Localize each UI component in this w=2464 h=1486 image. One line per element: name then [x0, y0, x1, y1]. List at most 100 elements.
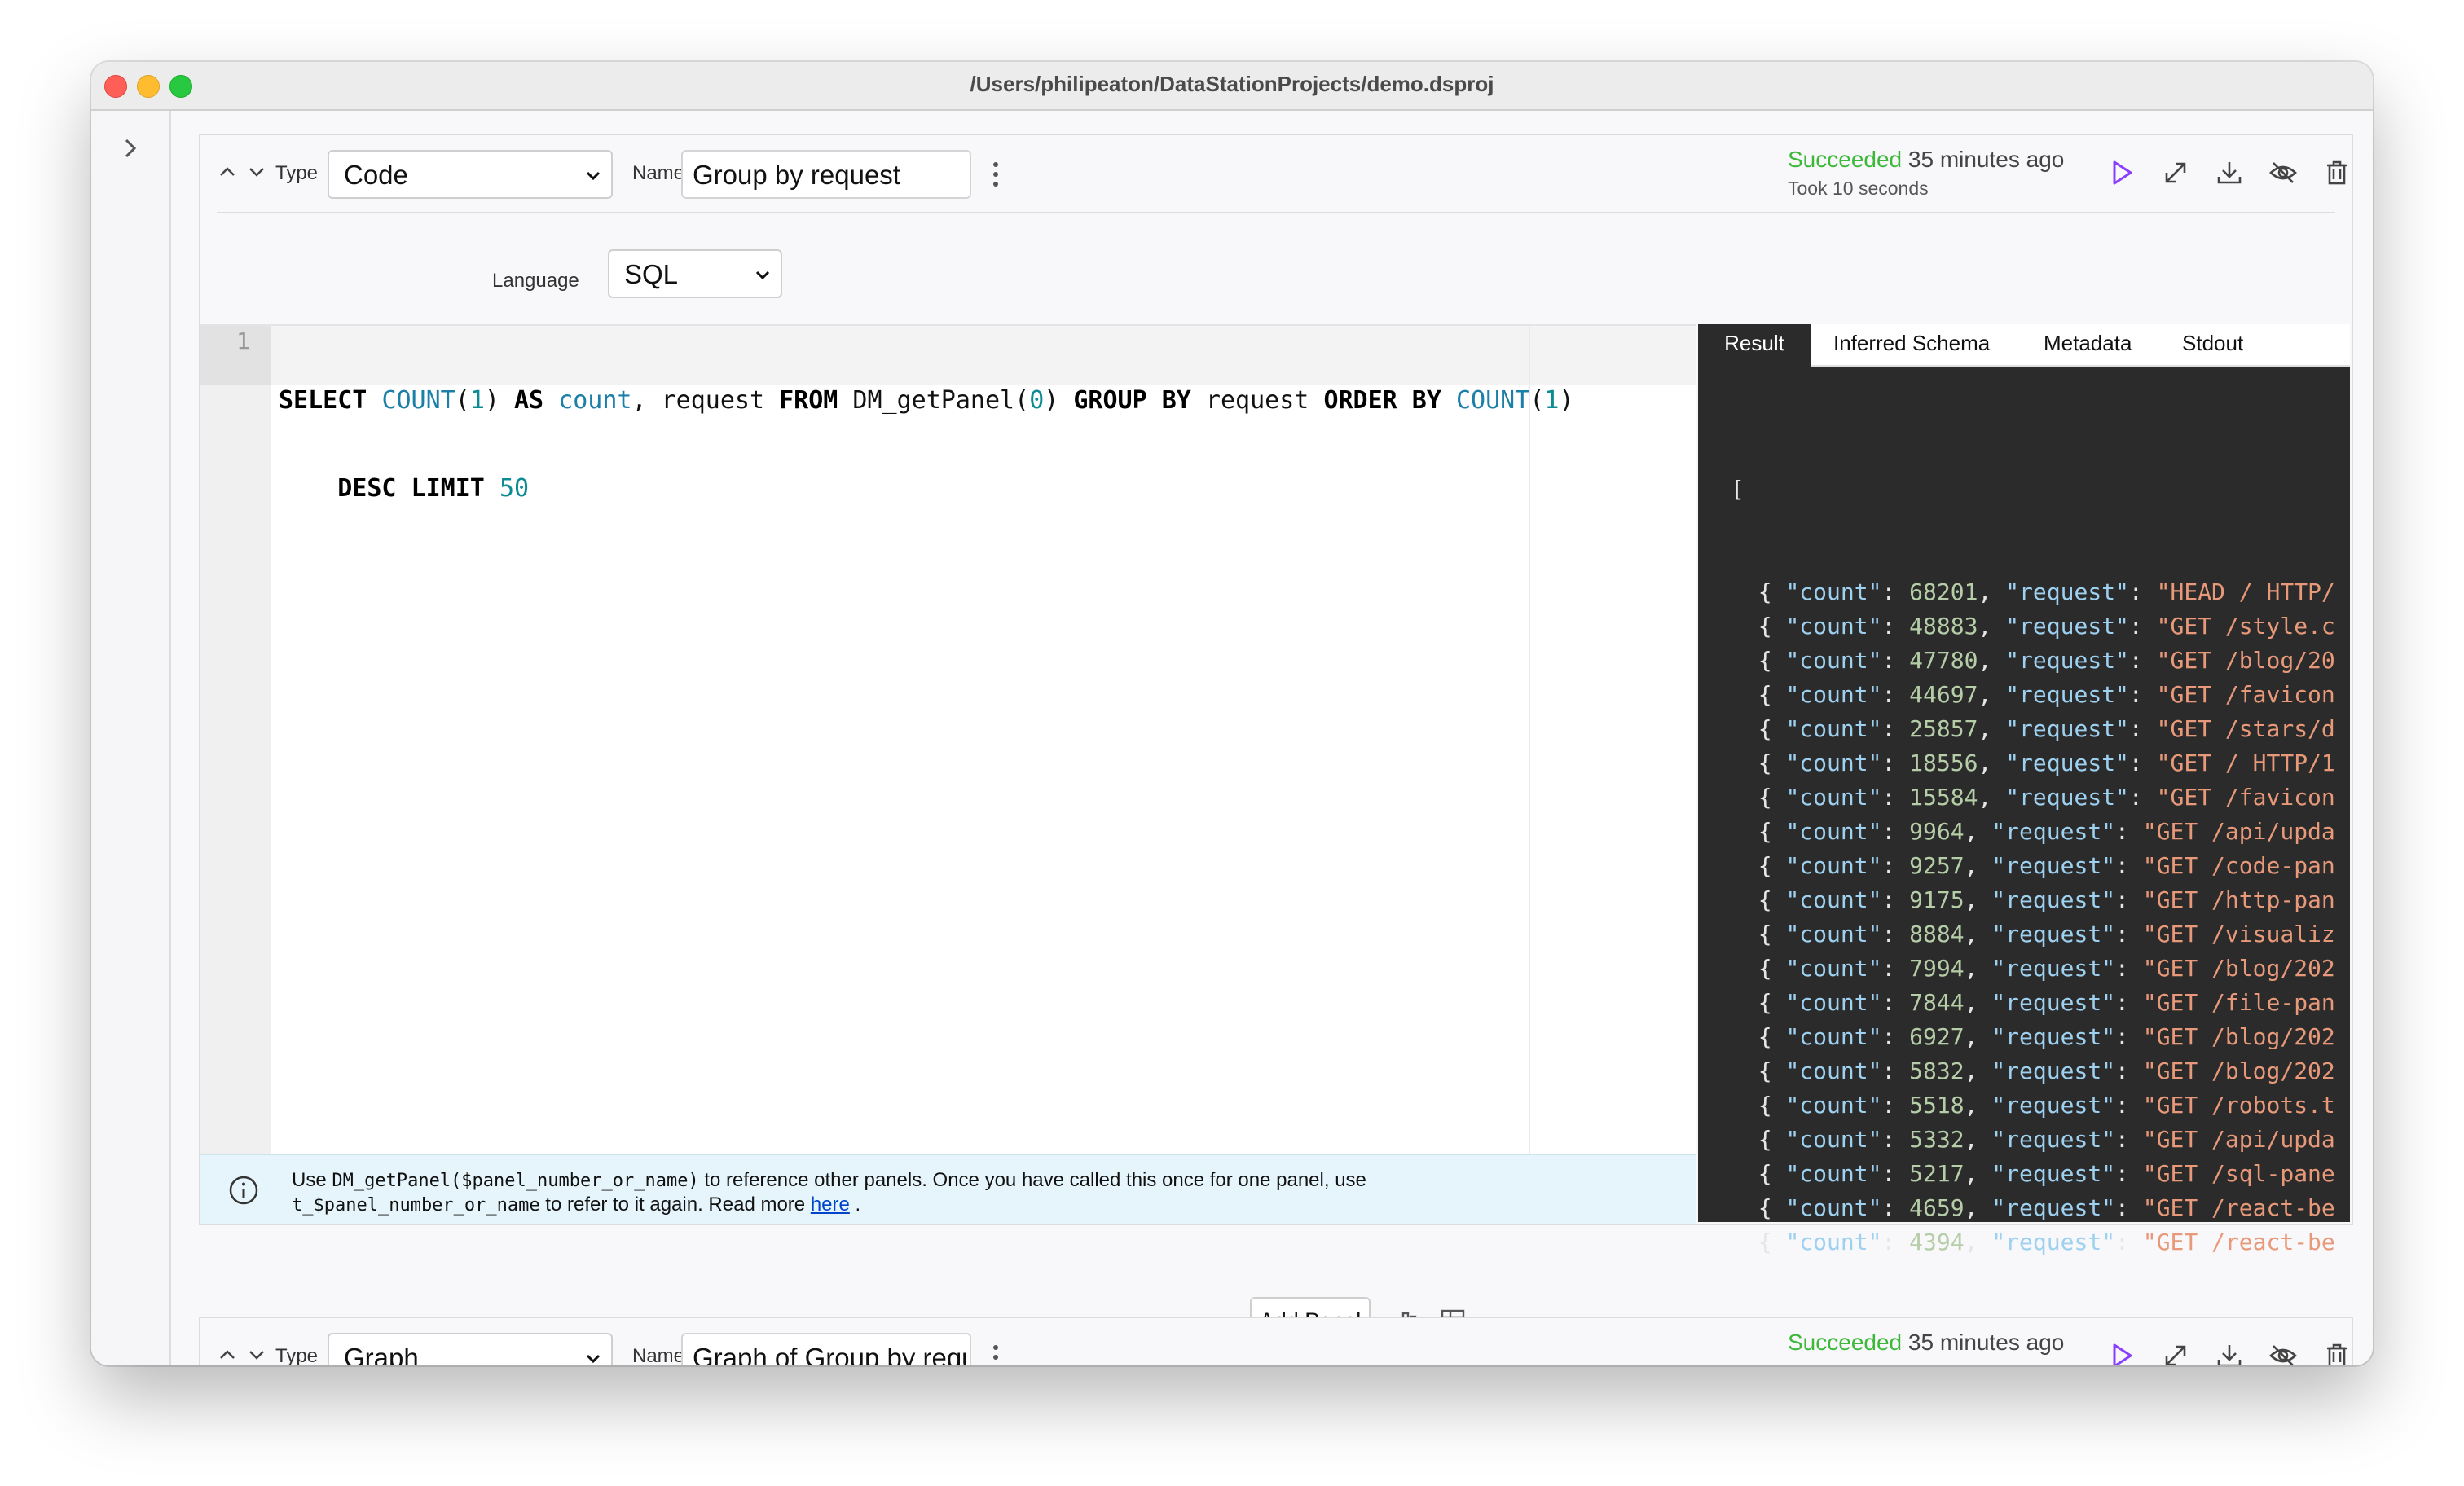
- panel-name-input[interactable]: Group by request: [681, 150, 971, 199]
- code-token: SELECT: [279, 386, 367, 415]
- json-row: { "count": 7994, "request": "GET /blog/2…: [1731, 952, 2350, 986]
- request-value: "GET / HTTP/1: [2156, 750, 2335, 776]
- code-token: COUNT: [381, 386, 455, 415]
- json-syntax: "request": [1991, 886, 2116, 913]
- request-value: "GET /react-be: [2142, 1229, 2335, 1255]
- json-syntax: ,: [1978, 784, 2006, 811]
- json-syntax: {: [1731, 1229, 1786, 1255]
- json-syntax: :: [1881, 989, 1910, 1016]
- more-options-icon[interactable]: [991, 1341, 1001, 1365]
- request-value: "GET /react-be: [2142, 1194, 2335, 1221]
- type-select[interactable]: Graph: [328, 1333, 613, 1365]
- json-syntax: :: [2128, 681, 2157, 708]
- type-select[interactable]: Code: [328, 150, 613, 199]
- json-syntax: {: [1731, 921, 1786, 947]
- request-value: "GET /file-pan: [2142, 989, 2335, 1016]
- code-editor[interactable]: 1 SELECT COUNT(1) AS count, request FROM…: [200, 324, 1696, 1155]
- json-open: [: [1731, 476, 1745, 503]
- hide-icon[interactable]: [2267, 1339, 2299, 1365]
- json-syntax: {: [1731, 1194, 1786, 1221]
- help-text-part: Use: [292, 1169, 332, 1191]
- json-row: { "count": 5832, "request": "GET /blog/2…: [1731, 1054, 2350, 1088]
- json-syntax: "request": [1991, 1023, 2116, 1050]
- json-syntax: :: [2115, 1023, 2143, 1050]
- json-row: { "count": 4394, "request": "GET /react-…: [1731, 1225, 2350, 1260]
- delete-icon[interactable]: [2321, 156, 2353, 189]
- type-select-value: Graph: [344, 1343, 419, 1365]
- move-down-icon[interactable]: [248, 163, 266, 181]
- type-select-value: Code: [344, 160, 408, 190]
- json-syntax: {: [1731, 1092, 1786, 1119]
- fullscreen-icon[interactable]: [2159, 156, 2192, 189]
- json-syntax: "request": [1991, 1057, 2116, 1084]
- code-content[interactable]: SELECT COUNT(1) AS count, request FROM D…: [279, 328, 1696, 562]
- gutter-active-line: [200, 326, 271, 385]
- tab-inferred-schema[interactable]: Inferred Schema: [1833, 331, 1990, 356]
- title-bar: /Users/philipeaton/DataStationProjects/d…: [91, 62, 2373, 111]
- code-token: GROUP BY: [1073, 386, 1191, 415]
- help-link[interactable]: here: [811, 1194, 850, 1216]
- chevron-right-icon[interactable]: [116, 134, 145, 163]
- json-syntax: :: [1881, 921, 1910, 947]
- move-up-icon[interactable]: [218, 1346, 236, 1364]
- language-select[interactable]: SQL: [608, 249, 782, 298]
- tab-stdout[interactable]: Stdout: [2182, 331, 2243, 356]
- move-down-icon[interactable]: [248, 1346, 266, 1364]
- json-row: { "count": 8884, "request": "GET /visual…: [1731, 917, 2350, 952]
- json-row: { "count": 9175, "request": "GET /http-p…: [1731, 883, 2350, 917]
- request-value: "GET /api/upda: [2142, 1126, 2335, 1153]
- json-syntax: {: [1731, 750, 1786, 776]
- json-syntax: "request": [2005, 750, 2129, 776]
- json-syntax: "request": [1991, 1194, 2116, 1221]
- json-row: { "count": 4659, "request": "GET /react-…: [1731, 1191, 2350, 1225]
- json-syntax: ,: [1964, 886, 1992, 913]
- run-icon[interactable]: [2105, 1339, 2138, 1365]
- json-syntax: :: [1881, 1057, 1910, 1084]
- help-text-part: to reference other panels. Once you have…: [698, 1169, 1366, 1191]
- count-value: 5518: [1909, 1092, 1965, 1119]
- code-panel: Type Code Name Group by request Succeede…: [199, 134, 2353, 1358]
- json-syntax: ,: [1978, 647, 2006, 674]
- json-syntax: :: [2115, 852, 2143, 879]
- json-syntax: :: [1881, 1229, 1910, 1255]
- json-syntax: :: [2128, 750, 2157, 776]
- json-syntax: :: [1881, 1092, 1910, 1119]
- json-syntax: {: [1731, 578, 1786, 605]
- json-syntax: :: [2115, 1160, 2143, 1187]
- json-syntax: :: [2128, 784, 2157, 811]
- results-tabs: Result Inferred Schema Metadata Stdout: [1698, 324, 2350, 367]
- json-syntax: {: [1731, 886, 1786, 913]
- request-value: "GET /stars/d: [2156, 715, 2335, 742]
- name-label: Name: [632, 162, 685, 184]
- tab-result[interactable]: Result: [1698, 324, 1811, 367]
- delete-icon[interactable]: [2321, 1339, 2353, 1365]
- type-label: Type: [275, 1345, 319, 1365]
- hide-icon[interactable]: [2267, 156, 2299, 189]
- json-syntax: ,: [1964, 818, 1992, 845]
- json-syntax: "count": [1785, 784, 1882, 811]
- json-syntax: ,: [1964, 1092, 1992, 1119]
- more-options-icon[interactable]: [991, 158, 1001, 191]
- fullscreen-icon[interactable]: [2159, 1339, 2192, 1365]
- status-time: 35 minutes ago: [1902, 147, 2065, 172]
- move-up-icon[interactable]: [218, 163, 236, 181]
- json-syntax: "request": [2005, 578, 2129, 605]
- json-syntax: ,: [1964, 1229, 1992, 1255]
- info-icon: [229, 1176, 258, 1205]
- download-icon[interactable]: [2213, 1339, 2246, 1365]
- header-divider: [217, 212, 2335, 213]
- panel-name-input[interactable]: Graph of Group by request: [681, 1333, 971, 1365]
- download-icon[interactable]: [2213, 156, 2246, 189]
- tab-metadata[interactable]: Metadata: [2044, 331, 2132, 356]
- json-syntax: :: [1881, 715, 1910, 742]
- json-syntax: {: [1731, 784, 1786, 811]
- json-syntax: ,: [1978, 715, 2006, 742]
- json-syntax: :: [1881, 578, 1910, 605]
- run-icon[interactable]: [2105, 156, 2138, 189]
- json-syntax: "count": [1785, 1194, 1882, 1221]
- json-syntax: "request": [1991, 1229, 2116, 1255]
- code-token: AS: [514, 386, 544, 415]
- window-title: /Users/philipeaton/DataStationProjects/d…: [970, 72, 1494, 96]
